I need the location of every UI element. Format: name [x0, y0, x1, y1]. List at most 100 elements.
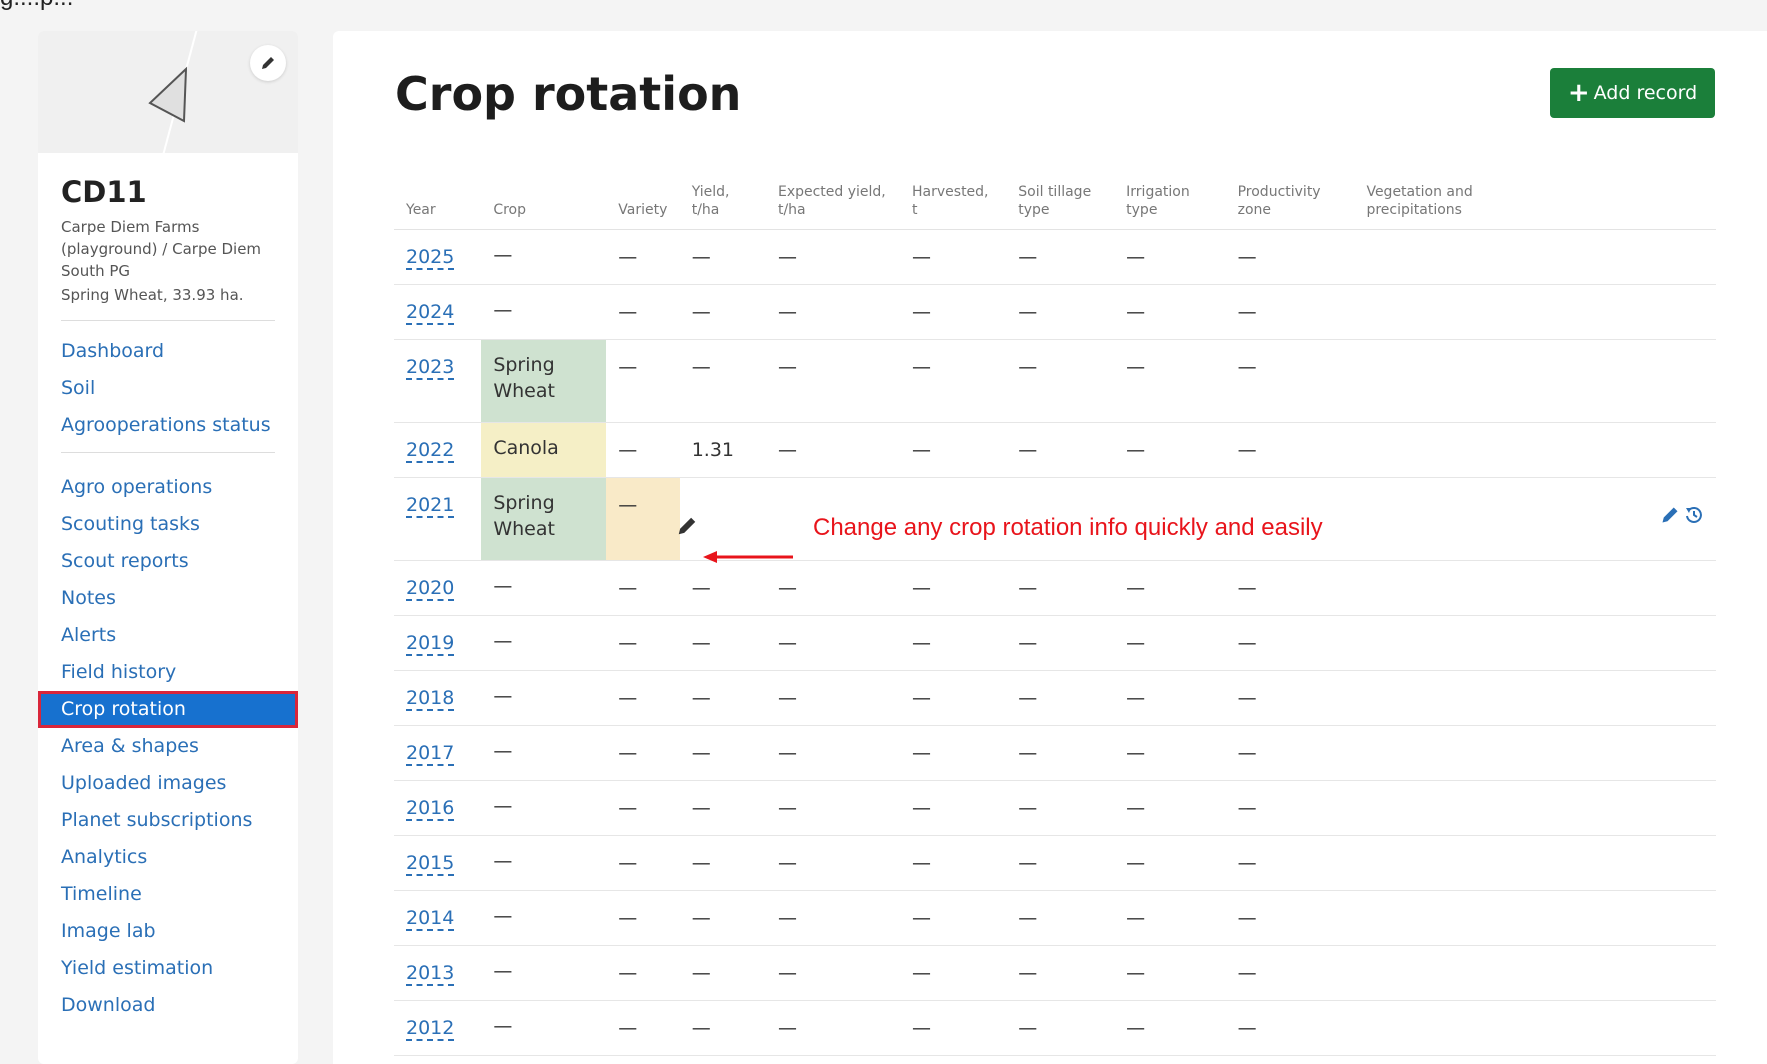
sidebar-item-agro-operations[interactable]: Agro operations [38, 469, 298, 506]
sidebar-item-crop-rotation[interactable]: Crop rotation [38, 691, 298, 728]
harvested-cell: — [900, 670, 1007, 726]
yield-cell: — [679, 780, 766, 836]
edit-field-button[interactable] [250, 45, 286, 81]
sidebar-item-alerts[interactable]: Alerts [38, 617, 298, 654]
sidebar-item-yield-estimation[interactable]: Yield estimation [38, 950, 298, 987]
year-link[interactable]: 2017 [406, 742, 455, 766]
sidebar-item-scouting-tasks[interactable]: Scouting tasks [38, 506, 298, 543]
variety-cell[interactable]: — [606, 725, 680, 781]
year-link[interactable]: 2023 [406, 356, 455, 380]
sidebar-item-soil[interactable]: Soil [38, 370, 298, 407]
variety-cell[interactable]: — [606, 560, 680, 616]
column-header: Year [394, 183, 482, 230]
sidebar-item-image-lab[interactable]: Image lab [38, 913, 298, 950]
year-link[interactable]: 2014 [406, 907, 455, 931]
year-link[interactable]: 2021 [406, 494, 455, 518]
variety-cell[interactable]: — [606, 890, 680, 946]
field-thumbnail[interactable] [38, 31, 298, 153]
crop-cell[interactable]: — [481, 725, 607, 781]
page-title: Crop rotation [395, 67, 742, 121]
expected-cell: — [765, 422, 901, 478]
variety-cell[interactable]: — [606, 229, 680, 285]
tillage-cell: — [1006, 725, 1115, 781]
table-row: 2020— — — — — — — — [394, 560, 1716, 616]
crop-rotation-table: Year Crop Variety Yield, t/ha Expected yield,… [394, 183, 1716, 1056]
crop-cell[interactable]: — [481, 615, 607, 671]
variety-cell[interactable]: — [606, 477, 680, 561]
year-link[interactable]: 2025 [406, 246, 455, 270]
crop-cell[interactable]: Canola [481, 422, 607, 478]
year-link[interactable]: 2024 [406, 301, 455, 325]
harvested-cell: — [900, 615, 1007, 671]
year-link[interactable]: 2016 [406, 797, 455, 821]
sidebar-item-area-shapes[interactable]: Area & shapes [38, 728, 298, 765]
crop-cell[interactable]: — [481, 560, 607, 616]
year-link[interactable]: 2013 [406, 962, 455, 986]
irrigation-cell: — [1114, 945, 1226, 1001]
sidebar-item-scout-reports[interactable]: Scout reports [38, 543, 298, 580]
variety-cell[interactable]: — [606, 945, 680, 1001]
history-icon[interactable] [1684, 505, 1704, 525]
variety-cell[interactable]: — [606, 780, 680, 836]
divider [61, 320, 275, 321]
crop-cell[interactable]: — [481, 780, 607, 836]
column-header-line: t/ha [691, 202, 720, 218]
variety-cell[interactable]: — [606, 1000, 680, 1056]
crop-cell[interactable]: — [481, 229, 607, 285]
year-cell: 2012 [394, 1000, 482, 1056]
irrigation-cell: — [1114, 1000, 1226, 1056]
vegetation-cell [1354, 284, 1716, 340]
sidebar-item-field-history[interactable]: Field history [38, 654, 298, 691]
sidebar-item-timeline[interactable]: Timeline [38, 876, 298, 913]
variety-cell[interactable]: — [606, 422, 680, 478]
sidebar-item-download[interactable]: Download [38, 987, 298, 1024]
column-header-line: Variety [618, 202, 668, 218]
year-cell: 2022 [394, 422, 482, 478]
yield-cell: — [679, 725, 766, 781]
sidebar-item-planet-subscriptions[interactable]: Planet subscriptions [38, 802, 298, 839]
year-link[interactable]: 2018 [406, 687, 455, 711]
sidebar-item-analytics[interactable]: Analytics [38, 839, 298, 876]
year-link[interactable]: 2020 [406, 577, 455, 601]
add-record-button[interactable]: + Add record [1550, 68, 1715, 118]
variety-cell[interactable]: — [606, 835, 680, 891]
zone-cell: — [1225, 780, 1355, 836]
crop-cell[interactable]: — [481, 1000, 607, 1056]
year-link[interactable]: 2012 [406, 1017, 455, 1041]
crop-cell[interactable]: — [481, 284, 607, 340]
expected-cell: — [765, 615, 901, 671]
sidebar-item-dashboard[interactable]: Dashboard [38, 333, 298, 370]
vegetation-cell [1354, 670, 1716, 726]
table-row: 2017— — — — — — — — [394, 725, 1716, 781]
crop-cell[interactable]: — [481, 835, 607, 891]
harvested-cell: — [900, 560, 1007, 616]
crop-cell[interactable]: — [481, 670, 607, 726]
year-cell: 2016 [394, 780, 482, 836]
variety-cell[interactable]: — [606, 615, 680, 671]
zone-cell: — [1225, 945, 1355, 1001]
table-row: 2014— — — — — — — — [394, 890, 1716, 946]
variety-cell[interactable]: — [606, 284, 680, 340]
sidebar-item-notes[interactable]: Notes [38, 580, 298, 617]
crop-cell[interactable]: Spring Wheat [481, 339, 607, 423]
year-link[interactable]: 2015 [406, 852, 455, 876]
year-link[interactable]: 2019 [406, 632, 455, 656]
year-cell: 2025 [394, 229, 482, 285]
column-header-line: Productivity [1237, 184, 1321, 200]
table-row: 2023 Spring Wheat — — — — — — — [394, 339, 1716, 423]
harvested-cell: — [900, 1000, 1007, 1056]
pencil-icon [262, 57, 274, 69]
sidebar-item-uploaded-images[interactable]: Uploaded images [38, 765, 298, 802]
crop-cell[interactable]: — [481, 890, 607, 946]
field-meta: Carpe Diem Farms (playground) / Carpe Di… [61, 215, 275, 307]
crop-cell[interactable]: — [481, 945, 607, 1001]
year-link[interactable]: 2022 [406, 439, 455, 463]
sidebar-item-agrooperations-status[interactable]: Agrooperations status [38, 407, 298, 444]
nav-group-secondary: Agro operations Scouting tasks Scout repor… [38, 469, 298, 1024]
pencil-icon[interactable] [1660, 505, 1680, 525]
pencil-icon[interactable] [676, 515, 698, 537]
year-cell: 2019 [394, 615, 482, 671]
variety-cell[interactable]: — [606, 339, 680, 423]
crop-cell[interactable]: Spring Wheat [481, 477, 607, 561]
variety-cell[interactable]: — [606, 670, 680, 726]
